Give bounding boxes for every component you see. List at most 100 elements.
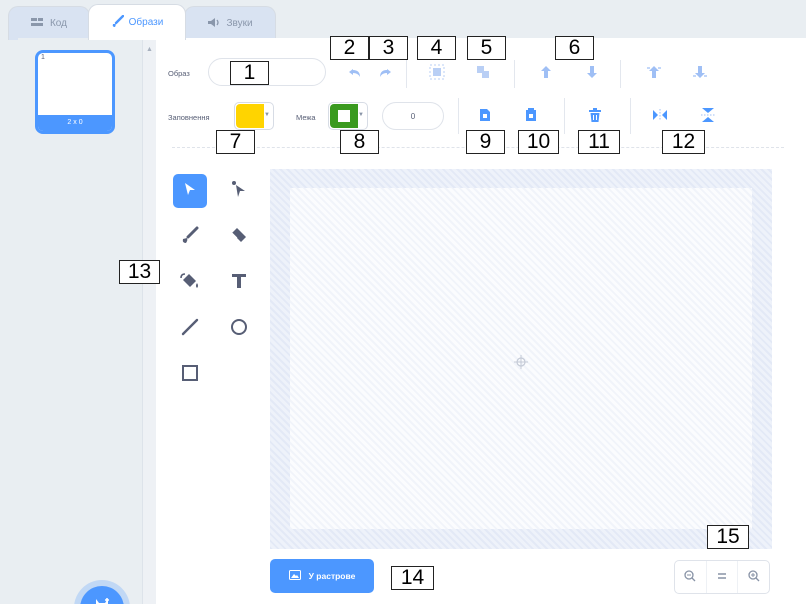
callout-9: 9 xyxy=(466,130,505,154)
callout-4: 4 xyxy=(417,36,456,60)
back-button[interactable] xyxy=(688,60,712,86)
eraser-tool[interactable] xyxy=(222,220,256,254)
tab-code[interactable]: Код xyxy=(8,6,90,40)
backward-button[interactable] xyxy=(580,60,604,86)
outline-color-picker[interactable]: ▼ xyxy=(328,102,368,130)
cat-icon xyxy=(92,596,112,604)
callout-5: 5 xyxy=(467,36,506,60)
zoom-in-button[interactable] xyxy=(737,561,769,593)
tab-costumes[interactable]: Образи xyxy=(88,4,186,40)
paste-button[interactable] xyxy=(520,104,542,128)
brush-icon xyxy=(111,14,124,31)
ungroup-icon xyxy=(474,63,492,84)
callout-13: 13 xyxy=(119,260,160,284)
line-tool[interactable] xyxy=(173,312,207,346)
costume-list: 1 2 x 0 xyxy=(18,38,142,604)
flip-horizontal-icon xyxy=(652,108,668,124)
circle-icon xyxy=(230,318,248,341)
costume-list-scrollbar[interactable]: ▲ xyxy=(142,38,156,604)
separator xyxy=(406,60,407,88)
code-icon xyxy=(30,17,45,30)
convert-to-bitmap-button[interactable]: У растрове xyxy=(270,559,374,593)
reshape-icon xyxy=(231,180,247,203)
rectangle-tool[interactable] xyxy=(173,358,207,392)
ungroup-button[interactable] xyxy=(470,60,496,86)
zoom-reset-button[interactable] xyxy=(705,561,738,593)
brush-tool[interactable] xyxy=(173,220,207,254)
flip-horizontal-button[interactable] xyxy=(648,104,672,128)
separator xyxy=(620,60,621,88)
paint-editor-window: Код Образи Звуки 1 2 x 0 ▲ Образ Заповне… xyxy=(0,0,806,604)
speaker-icon xyxy=(207,17,221,31)
redo-button[interactable] xyxy=(374,62,396,84)
reshape-tool[interactable] xyxy=(222,174,256,208)
copy-icon xyxy=(479,108,491,125)
costume-tile[interactable]: 1 2 x 0 xyxy=(35,50,115,134)
outline-inner-square xyxy=(338,110,350,122)
circle-tool[interactable] xyxy=(222,312,256,346)
paint-bucket-icon xyxy=(180,272,200,295)
convert-to-bitmap-label: У растрове xyxy=(308,571,356,581)
costume-size: 2 x 0 xyxy=(38,115,112,131)
callout-2: 2 xyxy=(330,36,369,60)
image-icon xyxy=(288,570,301,582)
callout-14: 14 xyxy=(391,566,434,590)
fill-color-picker[interactable]: ▼ xyxy=(234,102,274,130)
copy-button[interactable] xyxy=(474,104,496,128)
eraser-icon xyxy=(230,226,248,249)
chevron-down-icon: ▼ xyxy=(358,112,364,118)
flip-vertical-button[interactable] xyxy=(696,104,720,128)
brush-tool-icon xyxy=(181,226,199,249)
front-button[interactable] xyxy=(642,60,666,86)
tab-code-label: Код xyxy=(49,18,67,29)
add-costume-button[interactable] xyxy=(80,586,124,604)
flip-vertical-icon xyxy=(701,107,715,126)
tab-sounds[interactable]: Звуки xyxy=(184,6,276,40)
callout-1: 1 xyxy=(230,61,269,85)
fill-tool[interactable] xyxy=(173,266,207,300)
zoom-out-button[interactable] xyxy=(675,561,706,593)
redo-icon xyxy=(378,65,392,81)
select-tool[interactable] xyxy=(173,174,207,208)
text-tool[interactable] xyxy=(222,266,256,300)
center-crosshair-icon xyxy=(514,355,528,374)
separator xyxy=(630,98,631,134)
callout-12: 12 xyxy=(662,130,705,154)
separator xyxy=(458,98,459,134)
chevron-down-icon: ▼ xyxy=(264,112,270,118)
zoom-out-icon xyxy=(684,570,696,584)
arrow-bottom-icon xyxy=(692,65,708,82)
rectangle-icon xyxy=(181,364,199,387)
fill-color-swatch xyxy=(236,104,264,128)
undo-icon xyxy=(348,65,362,81)
separator xyxy=(514,60,515,88)
paste-icon xyxy=(525,107,537,125)
undo-button[interactable] xyxy=(344,62,366,84)
zoom-controls xyxy=(674,560,770,594)
forward-button[interactable] xyxy=(534,60,558,86)
outline-width-input[interactable]: 0 xyxy=(382,102,444,130)
paint-editor: Образ Заповнення ▼ Межа ▼ 0 У растрове xyxy=(156,38,806,604)
text-icon xyxy=(230,272,248,295)
callout-7: 7 xyxy=(216,130,255,154)
callout-10: 10 xyxy=(518,130,559,154)
costume-number: 1 xyxy=(41,54,45,61)
callout-3: 3 xyxy=(369,36,408,60)
separator xyxy=(564,98,565,134)
delete-button[interactable] xyxy=(584,104,606,128)
arrow-down-icon xyxy=(585,65,599,82)
costume-name-label: Образ xyxy=(168,69,190,78)
callout-6: 6 xyxy=(555,36,594,60)
tab-bar: Код Образи Звуки xyxy=(0,0,806,40)
scroll-up-icon[interactable]: ▲ xyxy=(146,46,153,53)
tab-costumes-label: Образи xyxy=(128,17,164,28)
group-button[interactable] xyxy=(424,60,450,86)
arrow-up-icon xyxy=(539,65,553,82)
arrow-cursor-icon xyxy=(184,182,196,201)
arrow-top-icon xyxy=(646,65,662,82)
zoom-in-icon xyxy=(748,570,760,584)
trash-icon xyxy=(589,107,601,125)
equals-icon xyxy=(717,572,727,582)
outline-label: Межа xyxy=(296,113,316,122)
line-icon xyxy=(181,318,199,341)
